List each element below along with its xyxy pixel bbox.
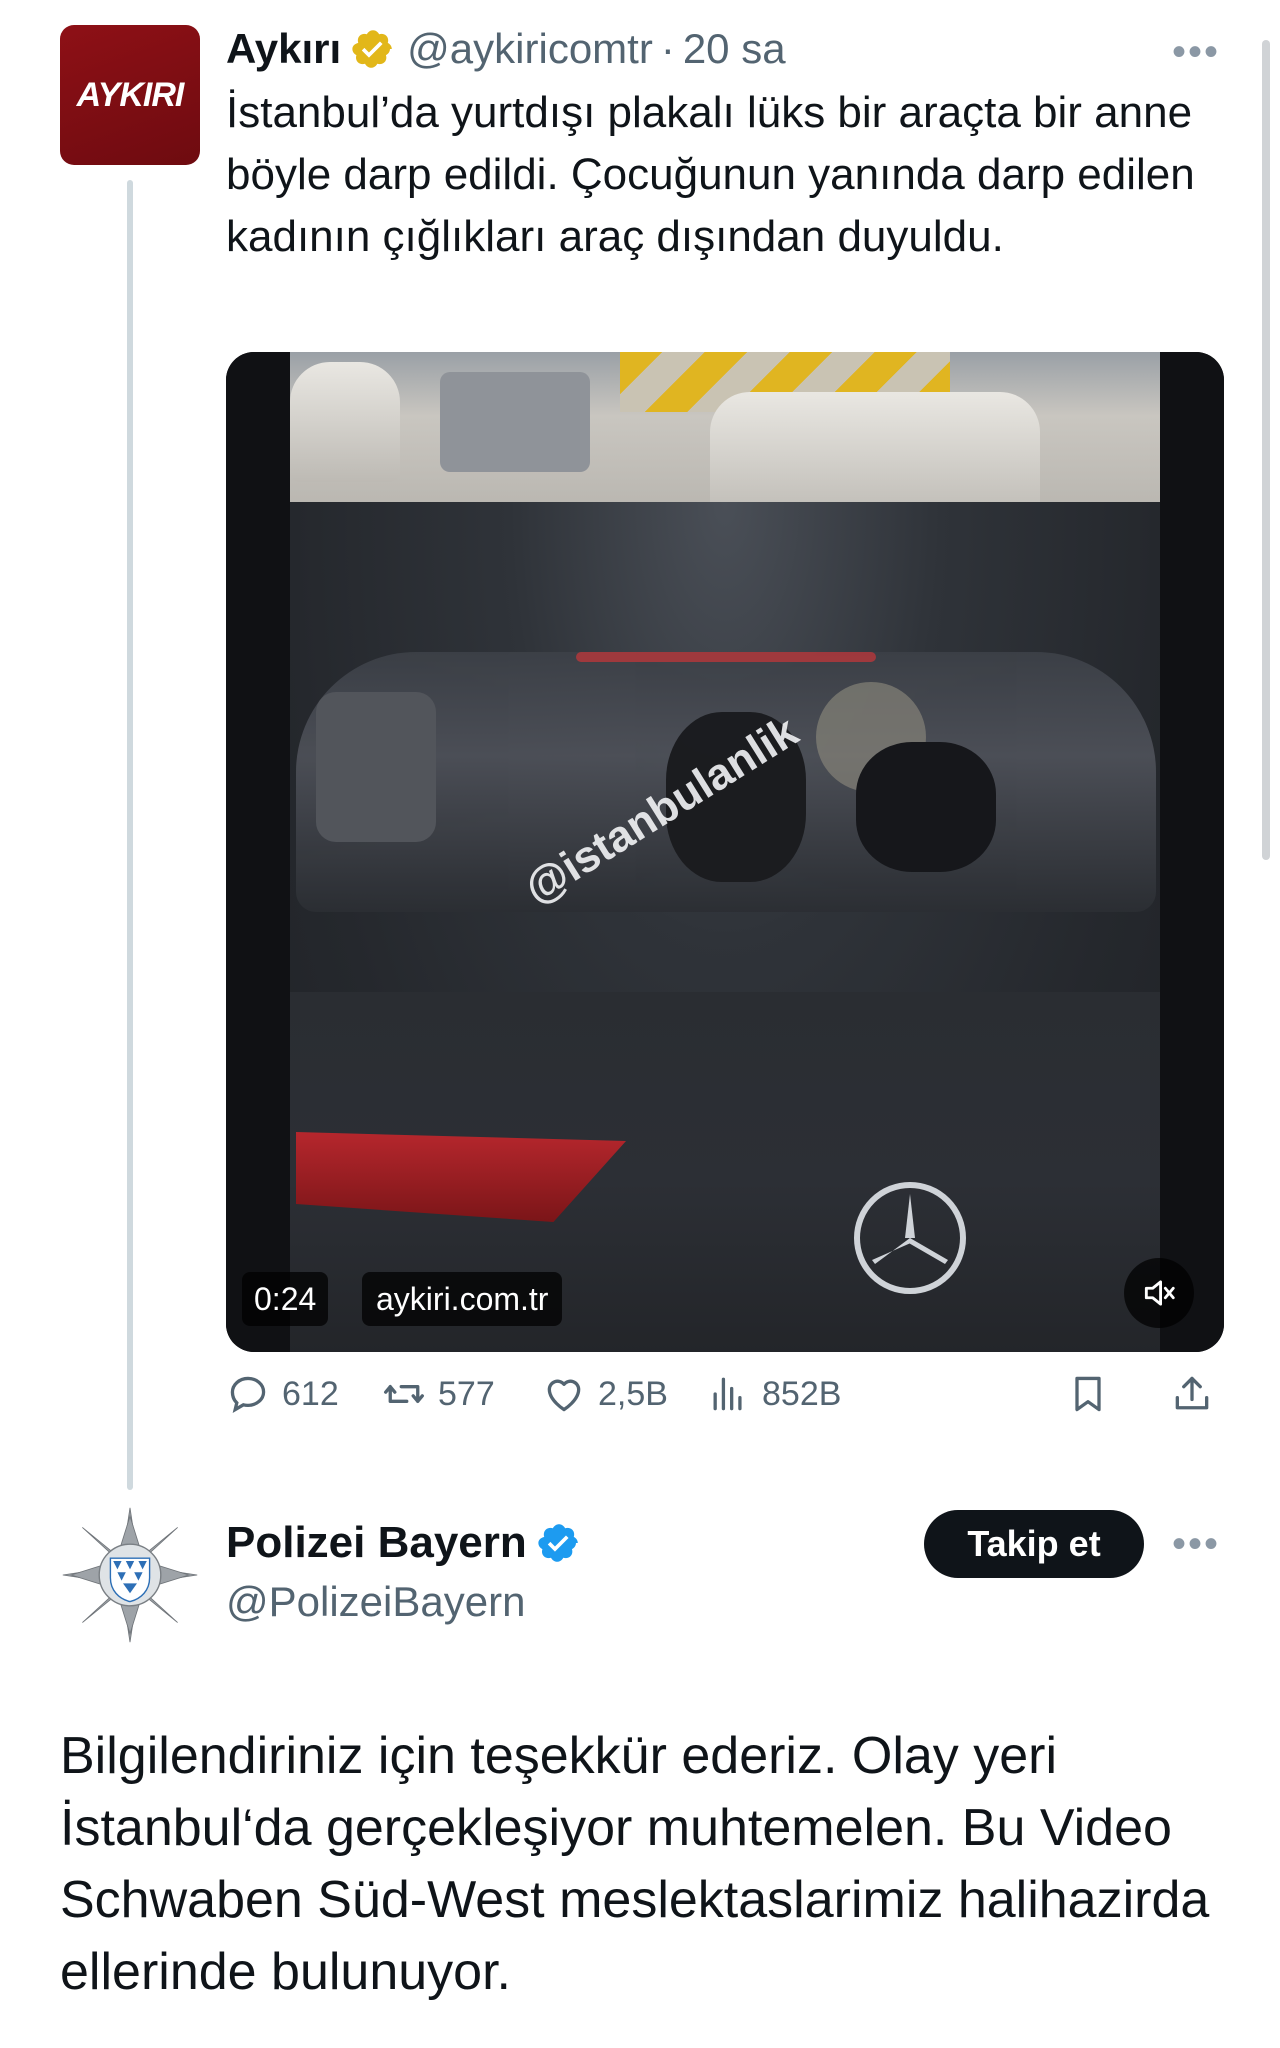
more-options-icon[interactable]: •••	[1172, 30, 1220, 75]
author-handle[interactable]: @aykiricomtr	[407, 25, 653, 73]
tweet-text: İstanbul’da yurtdışı plakalı lüks bir ar…	[226, 88, 1195, 261]
video-letterbox-right	[1160, 352, 1224, 1352]
repost-button[interactable]: 577	[382, 1372, 495, 1416]
share-button[interactable]	[1170, 1372, 1214, 1416]
aykiri-avatar[interactable]: AYKIRI	[60, 25, 200, 165]
video-letterbox-left	[226, 352, 290, 1352]
avatar-logo-text: AYKIRI	[76, 75, 185, 114]
video-duration-badge: 0:24	[242, 1272, 329, 1326]
speaker-muted-icon	[1144, 1280, 1175, 1306]
video-player[interactable]: @istanbulanlik	[226, 352, 1224, 1352]
reply-count: 612	[282, 1374, 339, 1413]
post-time[interactable]: 20 sa	[683, 25, 786, 73]
tweet2-header: Polizei Bayern	[226, 1515, 581, 1571]
reply-button[interactable]: 612	[226, 1372, 339, 1416]
police-star-icon	[62, 1507, 198, 1643]
mute-toggle-button[interactable]	[1124, 1258, 1194, 1328]
like-count: 2,5B	[598, 1374, 668, 1413]
verified-blue-badge-icon	[538, 1524, 578, 1562]
heart-icon	[547, 1379, 581, 1412]
verified-gold-badge-icon	[352, 30, 392, 68]
brake-light-strip	[576, 652, 876, 662]
video-background-traffic	[290, 352, 1160, 522]
repost-count: 577	[438, 1374, 495, 1413]
polizei-bayern-avatar[interactable]	[60, 1505, 200, 1645]
views-chart-icon	[713, 1377, 742, 1411]
author-name[interactable]: Aykırı	[226, 25, 341, 73]
mercedes-logo-icon	[854, 1182, 966, 1294]
like-button[interactable]: 2,5B	[542, 1372, 668, 1416]
author-name[interactable]: Polizei Bayern	[226, 1518, 527, 1568]
share-icon	[1175, 1376, 1209, 1410]
more-options-icon[interactable]: •••	[1172, 1522, 1220, 1567]
bookmark-icon	[1075, 1376, 1101, 1412]
tweet-action-bar: 612 577 2,5B 852B	[226, 1372, 1226, 1432]
views-count: 852B	[762, 1374, 842, 1413]
separator-dot: ·	[660, 25, 675, 72]
author-handle[interactable]: @PolizeiBayern	[226, 1578, 525, 1626]
video-source-link[interactable]: aykiri.com.tr	[362, 1272, 563, 1326]
follow-button[interactable]: Takip et	[924, 1510, 1144, 1578]
reply-icon	[230, 1376, 266, 1413]
tweet-text: Bilgilendiriniz için teşekkür ederiz. Ol…	[60, 1727, 1210, 2001]
bookmark-button[interactable]	[1066, 1372, 1110, 1416]
scrollbar[interactable]	[1262, 40, 1270, 860]
views-button[interactable]: 852B	[706, 1372, 841, 1416]
repost-icon	[384, 1385, 424, 1403]
tweet-header: Aykırı @aykiricomtr · 20 sa	[226, 20, 786, 78]
thread-connector-line	[127, 180, 133, 1490]
